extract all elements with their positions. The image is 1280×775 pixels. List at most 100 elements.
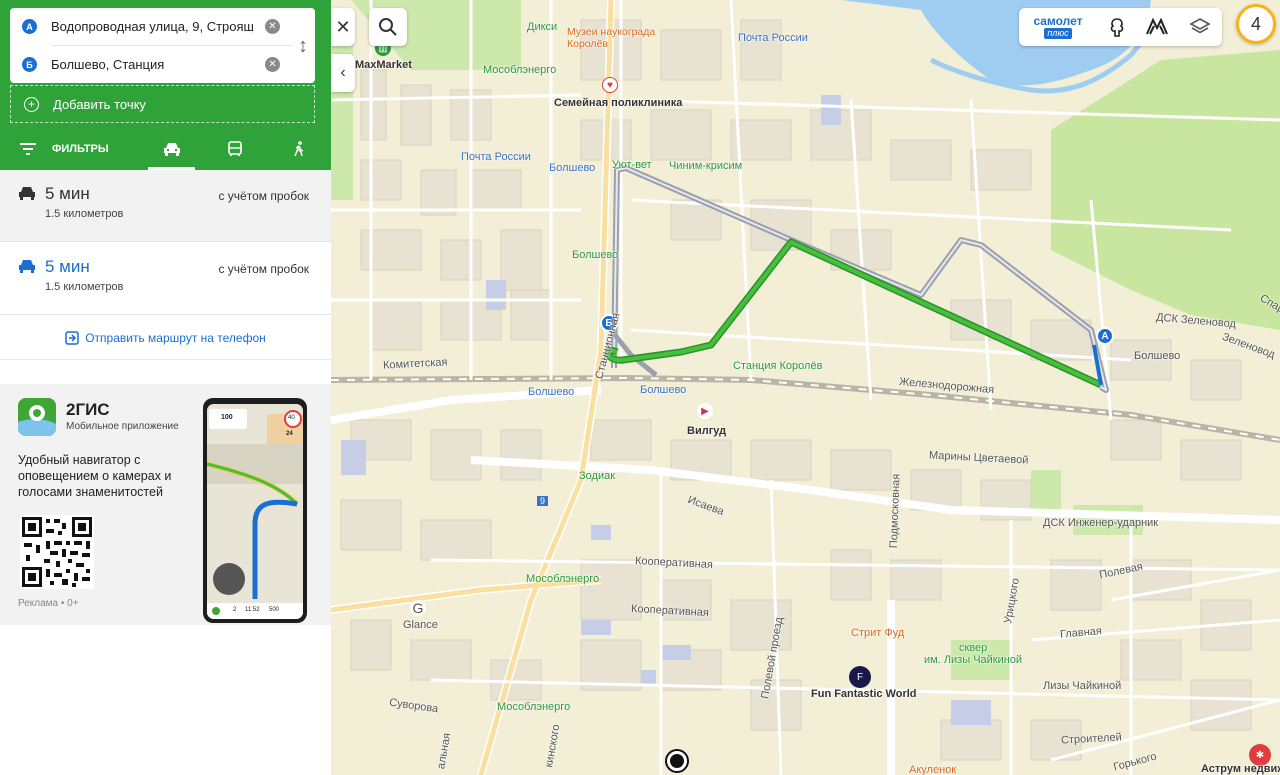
car-icon xyxy=(19,187,35,200)
metro-icon xyxy=(1146,17,1168,35)
close-panel-button[interactable]: ✕ xyxy=(331,8,355,46)
phone-num: 2 xyxy=(233,607,237,613)
label-poliklinika: Семейная поликлиника xyxy=(554,97,683,109)
phone-speed: 40 xyxy=(288,415,295,421)
label-road-9: 9 xyxy=(537,496,549,506)
label-bolshevo-5: Болшево xyxy=(640,384,687,396)
bus-icon xyxy=(228,140,243,156)
route-option-2[interactable]: 5 мин 1.5 километров с учётом пробок xyxy=(0,243,331,315)
point-b-row[interactable]: Б Болшево, Станция ✕ xyxy=(10,46,290,83)
fun-world-icon[interactable]: F xyxy=(849,666,871,688)
ad-text: Удобный навигатор с оповещением о камера… xyxy=(18,453,172,499)
transport-mode-bar: ФИЛЬТРЫ xyxy=(0,127,331,170)
plus-label: плюс xyxy=(1044,28,1072,39)
swap-points-button[interactable]: ↕ xyxy=(293,32,313,60)
label-lizy: Лизы Чайкиной xyxy=(1043,680,1122,692)
route-time: 5 мин xyxy=(45,257,90,276)
swap-icon: ↕ xyxy=(298,34,308,57)
label-diksi: Дикси xyxy=(527,21,558,33)
label-bolshevo-3: Болшево xyxy=(1134,350,1181,362)
samolet-label: самолет xyxy=(1033,14,1083,28)
route-option-1[interactable]: 5 мин 1.5 километров с учётом пробок xyxy=(0,170,331,242)
marker-a[interactable]: А xyxy=(1096,327,1114,345)
label-bolshevo-4: Болшево xyxy=(528,386,575,398)
tree-button[interactable] xyxy=(1097,8,1137,46)
metro-button[interactable] xyxy=(1137,8,1177,46)
close-icon: ✕ xyxy=(335,16,351,37)
tree-icon xyxy=(1110,18,1124,37)
label-astrum: Аструм недвиж xyxy=(1201,763,1280,775)
label-maxmarket: MaxMarket xyxy=(355,59,412,71)
point-a-marker: А xyxy=(22,19,37,34)
clinic-icon[interactable]: ♥ xyxy=(602,77,618,93)
clear-b-button[interactable]: ✕ xyxy=(265,57,280,72)
label-skver: сквер xyxy=(959,642,988,654)
phone-time: 11:52 xyxy=(245,607,260,613)
layers-button[interactable] xyxy=(1177,8,1222,46)
add-point-button[interactable]: + Добавить точку xyxy=(10,85,315,123)
label-pochta-2: Почта России xyxy=(461,151,531,163)
label-uyut: Уют-вет xyxy=(612,159,652,171)
route-distance: 1.5 километров xyxy=(45,208,124,220)
route-time: 5 мин xyxy=(45,184,90,203)
label-museum: Музеи наукограда Королёв xyxy=(567,26,656,50)
plus-circle-icon: + xyxy=(24,96,39,112)
layers-icon xyxy=(1188,18,1211,34)
point-b-field[interactable]: Болшево, Станция xyxy=(51,57,253,72)
2gis-logo-icon xyxy=(18,398,56,436)
car-icon xyxy=(19,260,35,273)
ad-title: 2ГИС xyxy=(66,400,110,419)
label-zodiak: Зодиак xyxy=(579,470,616,482)
route-alt-tail xyxy=(609,328,658,377)
filters-button[interactable]: ФИЛЬТРЫ xyxy=(20,142,140,155)
send-to-phone-link[interactable]: Отправить маршрут на телефон xyxy=(0,316,331,360)
label-stantsiya-korolev: Станция Королёв xyxy=(733,360,823,372)
search-button[interactable] xyxy=(369,8,407,46)
glance-icon[interactable]: G xyxy=(410,600,426,616)
send-to-phone-label: Отправить маршрут на телефон xyxy=(85,330,266,345)
route-distance: 1.5 километров xyxy=(45,281,124,293)
route-inputs: А Водопроводная улица, 9, Строяще ✕ Б Бо… xyxy=(10,8,315,83)
clear-a-button[interactable]: ✕ xyxy=(265,19,280,34)
point-a-row[interactable]: А Водопроводная улица, 9, Строяще ✕ xyxy=(10,8,290,45)
location-dot-icon[interactable] xyxy=(667,751,687,771)
phone-screen: 100 40 24 2 11:52 500 xyxy=(207,404,303,619)
clear-icon: ✕ xyxy=(268,21,277,32)
route-header: А Водопроводная улица, 9, Строяще ✕ Б Бо… xyxy=(0,0,331,170)
walk-icon xyxy=(294,140,304,156)
label-mosoblenergo-1: Мособлэнерго xyxy=(483,64,557,76)
park-small xyxy=(1031,470,1061,510)
phone-km: 500 xyxy=(269,607,280,613)
car-icon xyxy=(163,142,180,156)
label-bolshevo-1: Болшево xyxy=(549,162,596,174)
clear-icon: ✕ xyxy=(268,59,277,70)
map-toolbar: самолет плюс xyxy=(1019,8,1222,46)
map-layer xyxy=(331,0,1280,775)
mode-walk-tab[interactable] xyxy=(267,127,331,170)
map-canvas[interactable]: А Б ▥ ♥ ▶ F G ✱ MaxMarket Дикси Музеи на… xyxy=(331,0,1280,775)
label-pochta-1: Почта России xyxy=(738,32,808,44)
search-icon xyxy=(379,18,397,36)
phone-mockup: 100 40 24 2 11:52 500 xyxy=(203,398,307,623)
collapse-panel-button[interactable]: ‹ xyxy=(331,54,355,92)
label-vilgud: Вилгуд xyxy=(687,425,727,437)
mode-car-tab[interactable] xyxy=(140,127,204,170)
label-fun: Fun Fantastic World xyxy=(811,688,917,700)
forest xyxy=(1051,50,1280,330)
point-b-marker: Б xyxy=(22,57,37,72)
label-glance: Glance xyxy=(403,619,438,631)
label-chinim: Чиним-крисим xyxy=(669,160,743,172)
label-bolshevo-2: Болшево xyxy=(572,249,619,261)
samolet-plus-button[interactable]: самолет плюс xyxy=(1019,8,1097,46)
label-akulenok: Акуленок xyxy=(909,764,957,775)
add-point-label: Добавить точку xyxy=(53,96,146,112)
route-traffic-note: с учётом пробок xyxy=(218,189,309,203)
mode-bus-tab[interactable] xyxy=(203,127,267,170)
filter-icon xyxy=(20,142,36,155)
weather-badge[interactable]: 4 xyxy=(1236,4,1276,44)
app-ad-banner[interactable]: 2ГИС Мобильное приложение Удобный навига… xyxy=(0,384,331,625)
label-mosoblenergo-2: Мособлэнерго xyxy=(526,573,600,585)
point-a-field[interactable]: Водопроводная улица, 9, Строяще xyxy=(51,19,253,34)
vilgud-icon[interactable]: ▶ xyxy=(697,403,713,419)
send-phone-icon xyxy=(65,330,79,345)
